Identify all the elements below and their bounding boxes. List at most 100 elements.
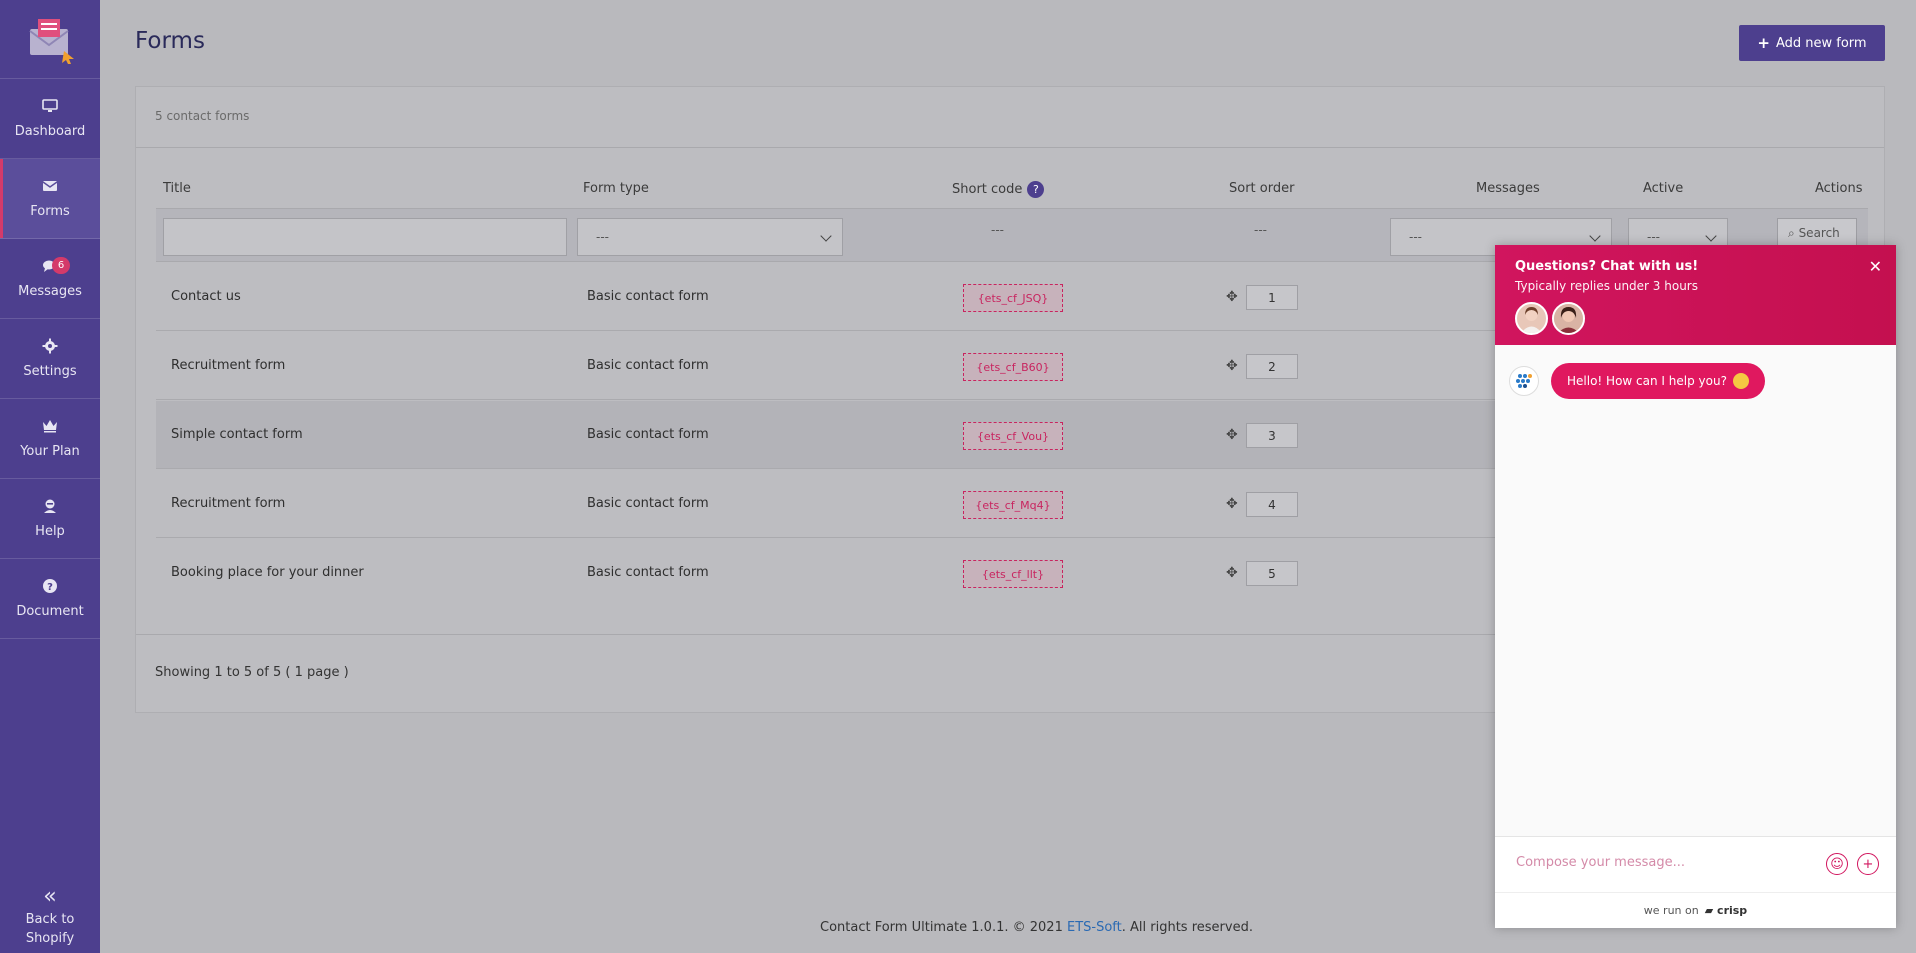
crisp-brand: ▰ crisp <box>1705 904 1747 917</box>
row-form-type: Basic contact form <box>587 565 709 580</box>
col-short-code: Short code? <box>952 181 1045 198</box>
sidebar-item-forms[interactable]: Forms <box>0 159 100 239</box>
col-messages: Messages <box>1476 181 1540 196</box>
row-sort-order-input[interactable]: 2 <box>1246 354 1298 379</box>
row-short-code[interactable]: {ets_cf_JSQ} <box>963 284 1063 312</box>
footer-text-after: . All rights reserved. <box>1121 920 1253 935</box>
footer-text-before: Contact Form Ultimate 1.0.1. © 2021 <box>820 920 1067 935</box>
page-title: Forms <box>135 28 205 54</box>
messages-filter-value: --- <box>1409 230 1422 244</box>
row-form-type: Basic contact form <box>587 496 709 511</box>
gear-icon <box>42 338 58 354</box>
sidebar-item-your-plan[interactable]: Your Plan <box>0 399 100 479</box>
sidebar-item-dashboard[interactable]: Dashboard <box>0 79 100 159</box>
back-to-shopify-button[interactable]: « Back to Shopify <box>0 873 100 953</box>
crisp-chat-icon: ▰ <box>1704 904 1714 917</box>
crisp-brand-text: crisp <box>1717 904 1748 917</box>
close-icon[interactable]: ✕ <box>1869 257 1882 276</box>
search-button[interactable]: ⌕ Search <box>1777 218 1857 248</box>
active-filter-value: --- <box>1647 230 1660 244</box>
back-label-line2: Shopify <box>25 931 75 946</box>
row-short-code[interactable]: {ets_cf_B60} <box>963 353 1063 381</box>
col-title: Title <box>163 181 191 196</box>
avatar <box>1515 302 1548 335</box>
chat-widget: Questions? Chat with us! Typically repli… <box>1495 245 1896 928</box>
row-title[interactable]: Booking place for your dinner <box>171 565 364 580</box>
title-filter-input[interactable] <box>163 218 567 256</box>
envelope-icon <box>42 181 58 191</box>
question-icon: ? <box>43 579 57 593</box>
row-short-code[interactable]: {ets_cf_Vou} <box>963 422 1063 450</box>
agent-avatars <box>1515 302 1876 335</box>
compose-placeholder: Compose your message... <box>1516 855 1685 870</box>
plus-icon[interactable]: + <box>1857 853 1879 875</box>
smiley-emoji-icon <box>1732 373 1749 389</box>
short-code-filter: --- <box>991 223 1004 237</box>
compose-message-input[interactable]: Compose your message... ☺ + <box>1495 836 1896 892</box>
sidebar: Dashboard Forms 6 Messages Settings Your… <box>0 0 100 953</box>
page-footer: Contact Form Ultimate 1.0.1. © 2021 ETS-… <box>820 920 1253 935</box>
app-logo[interactable] <box>0 0 100 79</box>
avatar <box>1552 302 1585 335</box>
sidebar-item-messages[interactable]: 6 Messages <box>0 239 100 319</box>
double-chevron-left-icon: « <box>43 884 57 909</box>
help-icon[interactable]: ? <box>1027 181 1045 198</box>
row-title[interactable]: Recruitment form <box>171 358 285 373</box>
search-icon: ⌕ <box>1788 226 1795 240</box>
search-button-label: Search <box>1798 226 1840 240</box>
drag-handle-icon[interactable]: ✥ <box>1226 496 1238 512</box>
emoji-icon[interactable]: ☺ <box>1826 853 1848 875</box>
drag-handle-icon[interactable]: ✥ <box>1226 358 1238 374</box>
chat-bubble-text: Hello! How can I help you? <box>1567 374 1727 388</box>
sidebar-item-label: Your Plan <box>20 444 80 459</box>
row-title[interactable]: Simple contact form <box>171 427 303 442</box>
col-sort-order: Sort order <box>1229 181 1295 196</box>
sidebar-item-help[interactable]: Help <box>0 479 100 559</box>
add-new-form-label: Add new form <box>1775 35 1867 51</box>
row-form-type: Basic contact form <box>587 358 709 373</box>
bot-logo-icon <box>1516 374 1532 388</box>
sidebar-item-label: Forms <box>30 204 70 219</box>
drag-handle-icon[interactable]: ✥ <box>1226 427 1238 443</box>
row-sort-order-input[interactable]: 1 <box>1246 285 1298 310</box>
col-active: Active <box>1643 181 1684 196</box>
sidebar-item-label: Dashboard <box>14 124 86 139</box>
chevron-down-icon <box>1705 230 1717 242</box>
support-icon <box>44 499 56 513</box>
chat-subtitle: Typically replies under 3 hours <box>1515 279 1698 293</box>
powered-by-crisp[interactable]: we run on ▰ crisp <box>1495 892 1896 928</box>
row-short-code[interactable]: {ets_cf_llt} <box>963 560 1063 588</box>
chat-header: Questions? Chat with us! Typically repli… <box>1495 245 1896 345</box>
col-form-type: Form type <box>583 181 649 196</box>
forms-count: 5 contact forms <box>136 87 1884 148</box>
chevron-down-icon <box>820 230 832 242</box>
crown-icon <box>43 420 57 433</box>
sidebar-item-document[interactable]: ? Document <box>0 559 100 639</box>
chat-bubble: Hello! How can I help you? <box>1551 363 1765 399</box>
messages-badge: 6 <box>52 257 70 274</box>
row-sort-order-input[interactable]: 5 <box>1246 561 1298 586</box>
drag-handle-icon[interactable]: ✥ <box>1226 289 1238 305</box>
row-sort-order-input[interactable]: 4 <box>1246 492 1298 517</box>
svg-text:?: ? <box>47 582 53 593</box>
chat-message: Hello! How can I help you? <box>1509 363 1765 399</box>
form-type-filter-value: --- <box>596 230 609 244</box>
drag-handle-icon[interactable]: ✥ <box>1226 565 1238 581</box>
row-title[interactable]: Contact us <box>171 289 241 304</box>
form-type-filter-select[interactable]: --- <box>577 218 843 256</box>
row-title[interactable]: Recruitment form <box>171 496 285 511</box>
run-on-text: we run on <box>1643 904 1699 917</box>
sort-order-filter: --- <box>1254 223 1267 237</box>
sidebar-item-settings[interactable]: Settings <box>0 319 100 399</box>
ets-soft-link[interactable]: ETS-Soft <box>1067 920 1122 935</box>
sidebar-item-label: Settings <box>23 364 77 379</box>
row-form-type: Basic contact form <box>587 289 709 304</box>
row-sort-order-input[interactable]: 3 <box>1246 423 1298 448</box>
chevron-down-icon <box>1589 230 1601 242</box>
plus-icon: + <box>1757 34 1770 52</box>
add-new-form-button[interactable]: + Add new form <box>1739 25 1885 61</box>
monitor-icon <box>42 99 58 112</box>
row-short-code[interactable]: {ets_cf_Mq4} <box>963 491 1063 519</box>
sidebar-item-label: Help <box>35 524 65 539</box>
back-label-line1: Back to <box>25 912 75 927</box>
